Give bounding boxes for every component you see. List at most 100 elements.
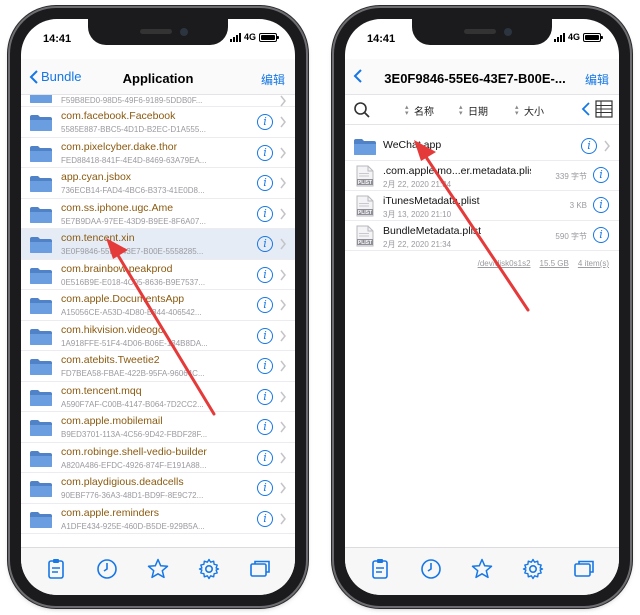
list-item-subtitle: FED88418-841F-4E4D-8469-63A79EA...: [61, 155, 207, 165]
info-icon[interactable]: i: [257, 297, 273, 313]
tab-clipboard[interactable]: [42, 557, 70, 581]
tab-bar: [21, 547, 295, 595]
info-icon[interactable]: i: [257, 388, 273, 405]
folder-icon: [29, 206, 53, 224]
device-path[interactable]: /dev/disk0s1s2: [478, 259, 531, 268]
item-count[interactable]: 4 item(s): [578, 259, 609, 268]
list-item[interactable]: com.playdigious.deadcells 90EBF776-36A3-4…: [21, 473, 295, 504]
info-icon[interactable]: i: [257, 144, 273, 161]
file-date: 3月 13, 2020 21:10: [383, 210, 452, 219]
info-icon[interactable]: i: [257, 266, 273, 283]
list-item[interactable]: com.apple.DocumentsApp A15056CE-A53D-4D80…: [21, 290, 295, 321]
chevron-right-icon: [279, 482, 287, 494]
tab-bar: [345, 547, 619, 595]
list-item-subtitle: 5E7B9DAA-97EE-43D9-B9EE-8F6A07...: [61, 216, 206, 226]
folder-icon: [29, 328, 53, 346]
info-icon[interactable]: i: [593, 197, 609, 213]
clock-icon: [421, 559, 441, 579]
list-item[interactable]: com.tencent.xin 3E0F9846-55E6-43E7-B00E-5…: [21, 229, 295, 260]
list-item[interactable]: com.brainbow.peakprod 0E516B9E-E018-4C05-…: [21, 260, 295, 290]
tab-star[interactable]: [144, 557, 172, 581]
info-icon[interactable]: i: [257, 236, 273, 252]
tab-clock[interactable]: [93, 557, 121, 581]
chevron-right-icon: [279, 116, 287, 128]
file-size: 590 字节: [555, 232, 587, 241]
sort-by-size-button[interactable]: ▴ ▾ 大小: [515, 103, 544, 119]
list-item[interactable]: com.apple.reminders A1DFE434-925E-460D-B5…: [21, 504, 295, 534]
list-item-subtitle: A820A486-EFDC-4926-874F-E191A88...: [61, 460, 207, 470]
gear-icon: [198, 558, 219, 580]
list-item[interactable]: com.hikvision.videogo 1A918FFE-51F4-4D06-…: [21, 321, 295, 351]
list-item[interactable]: F59B8ED0-98D5-49F6-9189-5DDB0F...: [21, 95, 295, 107]
info-icon[interactable]: i: [257, 358, 273, 374]
tab-windows[interactable]: [570, 557, 598, 581]
status-time: 14:41: [43, 33, 72, 45]
chevron-left-icon[interactable]: [581, 101, 591, 117]
info-icon[interactable]: i: [257, 419, 273, 435]
file-row[interactable]: BundleMetadata.plist 2月 22, 2020 21:34 590…: [345, 221, 619, 251]
info-icon[interactable]: i: [581, 138, 597, 154]
file-row[interactable]: iTunesMetadata.plist 3月 13, 2020 21:10 3 K…: [345, 191, 619, 221]
sort-arrows-icon: ▴ ▾: [515, 103, 519, 117]
back-button[interactable]: [353, 69, 365, 83]
sort-arrows-icon: ▴ ▾: [405, 103, 409, 117]
info-icon[interactable]: i: [257, 449, 273, 466]
tab-gear[interactable]: [195, 557, 223, 581]
list-item[interactable]: com.pixelcyber.dake.thor FED88418-841F-4E…: [21, 138, 295, 168]
list-item[interactable]: app.cyan.jsbox 736ECB14-FAD4-4BC6-B373-41…: [21, 168, 295, 199]
folder-name: WeChat.app: [383, 139, 442, 151]
list-item-subtitle: F59B8ED0-98D5-49F6-9189-5DDB0F...: [61, 96, 203, 105]
edit-button[interactable]: 编辑: [585, 71, 609, 88]
sort-toolbar: ▴ ▾ 名称 ▴ ▾ 日期 ▴ ▾ 大小: [345, 95, 619, 125]
list-item[interactable]: com.ss.iphone.ugc.Ame 5E7B9DAA-97EE-43D9-…: [21, 199, 295, 229]
info-icon[interactable]: i: [257, 175, 273, 191]
list-item-subtitle: A590F7AF-C00B-4147-B064-7D2CC2...: [61, 399, 204, 409]
folder-row-wechat[interactable]: WeChat.app i: [345, 131, 619, 161]
chevron-right-icon: [603, 140, 611, 152]
sort-date-label: 日期: [468, 107, 488, 118]
list-item[interactable]: com.tencent.mqq A590F7AF-C00B-4147-B064-7…: [21, 382, 295, 412]
chevron-right-icon: [279, 360, 287, 372]
info-icon[interactable]: i: [257, 510, 273, 527]
right-screen: 14:41 4G 3E0F9846-55E6-43E7-B00E-... 编辑 …: [345, 19, 619, 595]
folder-icon: [29, 389, 53, 407]
list-item-name: com.brainbow.peakprod: [61, 262, 173, 275]
list-item-subtitle: FD7BEA58-FBAE-422B-95FA-96064C...: [61, 369, 205, 378]
list-item[interactable]: com.robinge.shell-vedio-builder A820A486-…: [21, 443, 295, 473]
info-icon[interactable]: i: [257, 114, 273, 130]
list-item[interactable]: com.atebits.Tweetie2 FD7BEA58-FBAE-422B-9…: [21, 351, 295, 382]
list-item-subtitle: 736ECB14-FAD4-4BC6-B373-41E0D8...: [61, 186, 205, 195]
plist-file-icon: [356, 165, 374, 187]
tab-star[interactable]: [468, 557, 496, 581]
sort-by-name-button[interactable]: ▴ ▾ 名称: [405, 103, 434, 119]
free-space[interactable]: 15.5 GB: [540, 259, 569, 268]
sort-by-date-button[interactable]: ▴ ▾ 日期: [459, 103, 488, 119]
list-item-name: com.pixelcyber.dake.thor: [61, 140, 178, 153]
list-view-icon[interactable]: [595, 100, 613, 118]
list-item[interactable]: com.facebook.Facebook 5585E887-BBC5-4D1D-…: [21, 107, 295, 138]
tab-gear[interactable]: [519, 557, 547, 581]
left-phone-frame: 14:41 4G Bundle Application 编辑 F59B8ED0-…: [10, 8, 306, 606]
nav-bar: 3E0F9846-55E6-43E7-B00E-... 编辑: [345, 59, 619, 95]
tab-windows[interactable]: [246, 557, 274, 581]
notch: [412, 19, 552, 45]
info-icon[interactable]: i: [593, 167, 609, 183]
search-icon[interactable]: [353, 101, 371, 119]
list-item-name: com.tencent.xin: [61, 232, 135, 244]
file-row[interactable]: .com.apple.mo...er.metadata.plist 2月 22, …: [345, 161, 619, 191]
page-title: Application: [122, 71, 194, 86]
sort-size-label: 大小: [524, 107, 544, 118]
edit-button[interactable]: 编辑: [261, 71, 285, 88]
list-item[interactable]: com.apple.mobilemail B9ED3701-113A-4C56-9…: [21, 412, 295, 443]
signal-icon: [553, 32, 565, 42]
info-icon[interactable]: i: [593, 227, 609, 243]
file-date: 2月 22, 2020 21:34: [383, 180, 452, 189]
folder-icon: [29, 145, 53, 163]
tab-clock[interactable]: [417, 557, 445, 581]
chevron-right-icon: [279, 238, 287, 250]
tab-clipboard[interactable]: [366, 557, 394, 581]
folder-icon: [353, 138, 377, 156]
info-icon[interactable]: i: [257, 327, 273, 344]
info-icon[interactable]: i: [257, 205, 273, 222]
info-icon[interactable]: i: [257, 480, 273, 496]
